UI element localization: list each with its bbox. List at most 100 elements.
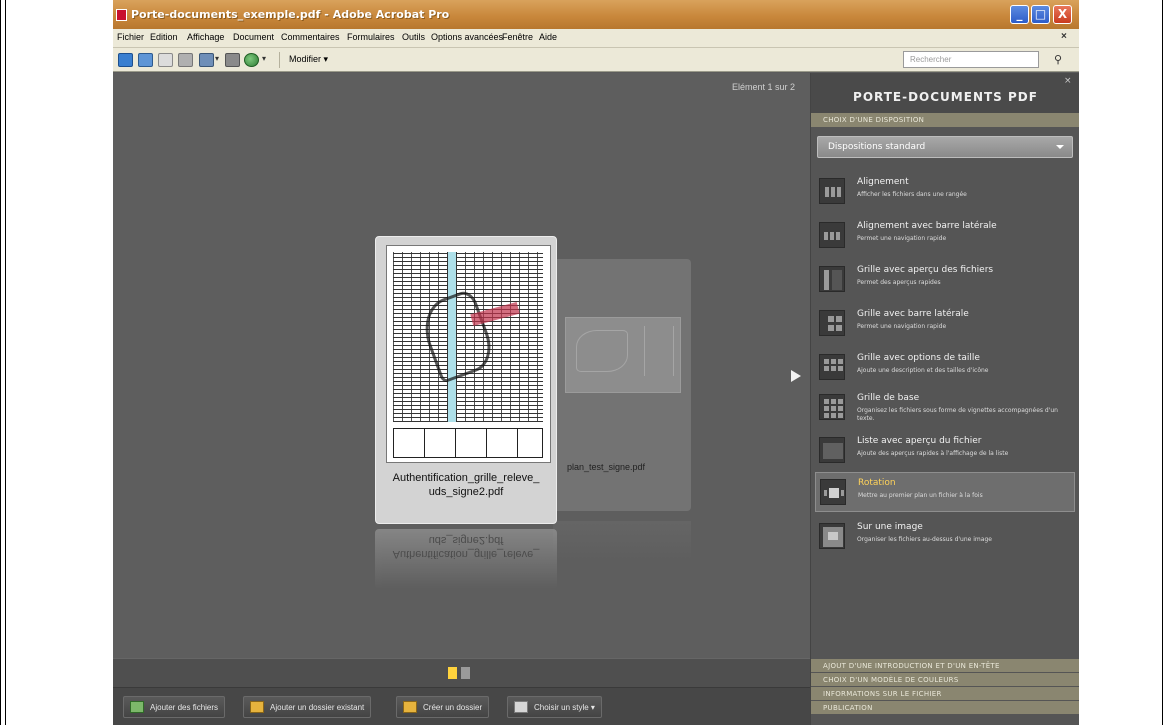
- add-files-label: Ajouter des fichiers: [150, 703, 219, 712]
- menu-affichage[interactable]: Affichage: [187, 32, 224, 42]
- menu-fenetre[interactable]: Fenêtre: [502, 32, 533, 42]
- layout-item-title: Grille avec barre latérale: [857, 309, 969, 319]
- page-frame-left: [0, 0, 1, 725]
- layout-item-title: Grille de base: [857, 393, 920, 403]
- share-globe-icon[interactable]: [244, 53, 259, 67]
- panel-title: PORTE-DOCUMENTS PDF: [811, 73, 1079, 113]
- home-icon[interactable]: [118, 53, 133, 67]
- menu-edition[interactable]: Edition: [150, 32, 178, 42]
- layout-item-desc: Afficher les fichiers dans une rangée: [857, 191, 967, 198]
- section-publication[interactable]: PUBLICATION: [811, 701, 1079, 714]
- layout-view-icon[interactable]: [138, 53, 153, 67]
- choose-style-button[interactable]: Choisir un style ▾: [507, 696, 602, 718]
- menu-aide[interactable]: Aide: [539, 32, 557, 42]
- add-existing-folder-button[interactable]: Ajouter un dossier existant: [243, 696, 372, 718]
- minimize-button[interactable]: _: [1010, 5, 1029, 24]
- page-2-icon[interactable]: [461, 667, 470, 679]
- toolbar-divider: [279, 52, 280, 68]
- menu-close-icon[interactable]: ×: [1061, 31, 1067, 42]
- choose-style-label: Choisir un style ▾: [534, 703, 595, 712]
- layout-item-grille-barre-laterale[interactable]: Grille avec barre latérale Permet une na…: [815, 304, 1075, 344]
- reflected-line-2: uds_signe2.pdf: [428, 534, 504, 546]
- portfolio-panel: PORTE-DOCUMENTS PDF × CHOIX D'UNE DISPOS…: [810, 73, 1079, 725]
- file-card-authentification[interactable]: Authentification_grille_releve_ uds_sign…: [375, 236, 557, 524]
- layout-item-alignement[interactable]: Alignement Afficher les fichiers dans un…: [815, 172, 1075, 212]
- layout-item-title: Liste avec aperçu du fichier: [857, 436, 982, 446]
- add-existing-folder-label: Ajouter un dossier existant: [270, 703, 365, 712]
- create-folder-label: Créer un dossier: [423, 703, 483, 712]
- share-menu-chevron-down-icon[interactable]: ▾: [262, 54, 266, 63]
- layout-item-grille-apercu[interactable]: Grille avec aperçu des fichiers Permet d…: [815, 260, 1075, 300]
- maximize-button[interactable]: □: [1031, 5, 1050, 24]
- menu-bar: Fichier Edition Affichage Document Comme…: [113, 29, 1079, 48]
- layout-item-desc: Ajoute des aperçus rapides à l'affichage…: [857, 450, 1009, 457]
- file-thumbnail: [386, 245, 551, 463]
- file-name-label: Authentification_grille_releve_ uds_sign…: [376, 471, 556, 499]
- page-frame-right: [1162, 0, 1163, 725]
- menu-formulaires[interactable]: Formulaires: [347, 32, 395, 42]
- list-view-icon[interactable]: [158, 53, 173, 67]
- modifier-menu-button[interactable]: Modifier ▾: [289, 54, 328, 65]
- layout-item-desc: Organiser les fichiers au-dessus d'une i…: [857, 536, 992, 543]
- layout-item-grille-de-base[interactable]: Grille de base Organisez les fichiers so…: [815, 388, 1075, 428]
- menu-outils[interactable]: Outils: [402, 32, 425, 42]
- file-name-line-1: Authentification_grille_releve_: [392, 472, 540, 484]
- section-file-info[interactable]: INFORMATIONS SUR LE FICHIER: [811, 687, 1079, 700]
- add-file-icon: [130, 701, 144, 713]
- menu-fichier[interactable]: Fichier: [117, 32, 144, 42]
- page-1-icon[interactable]: [448, 667, 457, 679]
- window-title: Porte-documents_exemple.pdf - Adobe Acro…: [131, 8, 450, 21]
- page-frame-left-inner: [5, 0, 6, 725]
- layout-grid-basic-icon: [819, 394, 845, 420]
- layout-grid-preview-icon: [819, 266, 845, 292]
- close-button[interactable]: X: [1053, 5, 1072, 24]
- file-name-line-2: uds_signe2.pdf: [428, 486, 504, 498]
- file-view-icon[interactable]: [178, 53, 193, 67]
- layout-alignement-sidebar-icon: [819, 222, 845, 248]
- panel-bottom-sections: AJOUT D'UNE INTRODUCTION ET D'UN EN-TÊTE…: [811, 659, 1079, 715]
- element-counter: Elément 1 sur 2: [732, 82, 796, 92]
- panel-close-icon[interactable]: ×: [1064, 76, 1074, 86]
- layout-dropdown[interactable]: Dispositions standard: [817, 136, 1073, 158]
- layout-item-grille-options-taille[interactable]: Grille avec options de taille Ajoute une…: [815, 348, 1075, 388]
- save-menu-chevron-down-icon[interactable]: ▾: [215, 54, 219, 63]
- title-bar: Porte-documents_exemple.pdf - Adobe Acro…: [113, 0, 1079, 29]
- binoculars-icon[interactable]: ⚲: [1054, 53, 1062, 66]
- layout-rotation-icon: [820, 479, 846, 505]
- layout-item-title: Alignement avec barre latérale: [857, 221, 997, 231]
- layout-item-sur-une-image[interactable]: Sur une image Organiser les fichiers au-…: [815, 517, 1075, 557]
- file-card-reflection: [553, 521, 691, 561]
- page-indicator-bar: [113, 658, 810, 687]
- reflected-line-1: Authentification_grille_releve_: [392, 548, 540, 560]
- section-intro-header[interactable]: AJOUT D'UNE INTRODUCTION ET D'UN EN-TÊTE: [811, 659, 1079, 672]
- new-folder-icon: [403, 701, 417, 713]
- menu-commentaires[interactable]: Commentaires: [281, 32, 340, 42]
- section-choose-layout[interactable]: CHOIX D'UNE DISPOSITION: [811, 113, 1079, 127]
- file-card-plan-test[interactable]: plan_test_signe.pdf: [553, 259, 691, 511]
- layout-item-rotation[interactable]: Rotation Mettre au premier plan un fichi…: [815, 472, 1075, 512]
- file-name-label: plan_test_signe.pdf: [567, 462, 646, 472]
- reflected-file-name: Authentification_grille_releve_ uds_sign…: [375, 533, 557, 561]
- layout-item-alignement-barre-laterale[interactable]: Alignement avec barre latérale Permet un…: [815, 216, 1075, 256]
- layout-item-title: Alignement: [857, 177, 909, 187]
- layout-item-title: Rotation: [858, 478, 896, 488]
- layout-item-desc: Organisez les fichiers sous forme de vig…: [857, 407, 1058, 422]
- save-icon[interactable]: [199, 53, 214, 67]
- layout-item-desc: Mettre au premier plan un fichier à la f…: [858, 492, 983, 499]
- layout-grid-sidebar-icon: [819, 310, 845, 336]
- layout-item-liste-apercu[interactable]: Liste avec aperçu du fichier Ajoute des …: [815, 431, 1075, 471]
- layout-grid-size-icon: [819, 354, 845, 380]
- next-file-arrow-icon[interactable]: [791, 370, 801, 382]
- layout-item-desc: Permet une navigation rapide: [857, 323, 947, 330]
- search-input[interactable]: Rechercher: [903, 51, 1039, 68]
- add-files-button[interactable]: Ajouter des fichiers: [123, 696, 226, 718]
- document-footer-table: [393, 428, 543, 458]
- print-icon[interactable]: [225, 53, 240, 67]
- menu-options-avancees[interactable]: Options avancées: [431, 32, 503, 42]
- menu-document[interactable]: Document: [233, 32, 274, 42]
- portfolio-preview-area: Elément 1 sur 2 plan_test_signe.pdf Auth…: [113, 73, 810, 658]
- create-folder-button[interactable]: Créer un dossier: [396, 696, 490, 718]
- chevron-down-icon: [1056, 145, 1064, 149]
- toolbar: ▾ ▾ Modifier ▾ Rechercher ⚲: [113, 48, 1079, 72]
- section-color-scheme[interactable]: CHOIX D'UN MODÈLE DE COULEURS: [811, 673, 1079, 686]
